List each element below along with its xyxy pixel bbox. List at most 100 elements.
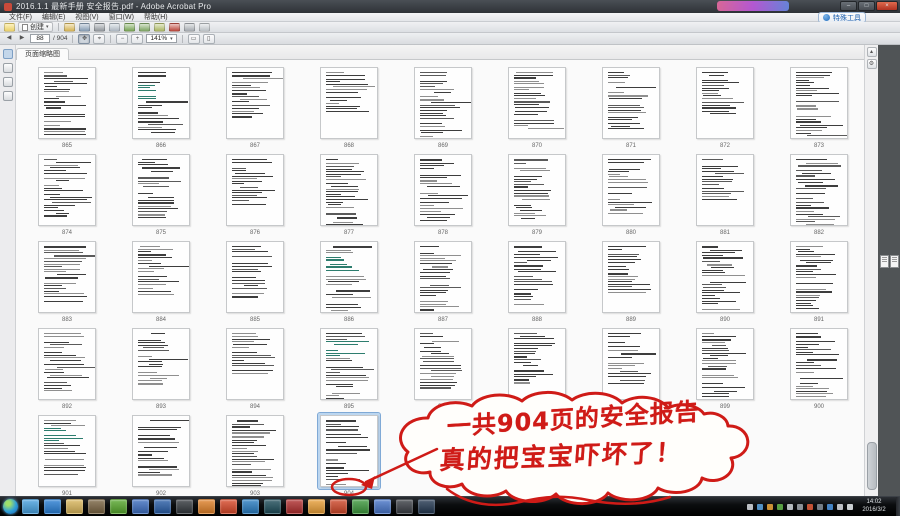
bookmarks-icon[interactable] — [3, 63, 13, 73]
close-button[interactable]: × — [876, 1, 898, 11]
forms-icon[interactable] — [199, 23, 210, 32]
taskbar-app-icon-17[interactable] — [396, 499, 413, 514]
tray-icon-4[interactable] — [787, 504, 793, 510]
tray-icon-8[interactable] — [827, 504, 833, 510]
thumbnail-cell[interactable]: 893 — [114, 323, 208, 410]
thumbnail-cell[interactable]: 876 — [208, 149, 302, 236]
tray-icon-3[interactable] — [777, 504, 783, 510]
thumbnail-cell[interactable]: 888 — [490, 236, 584, 323]
page-thumbnail[interactable] — [130, 326, 192, 402]
fit-width-button[interactable]: ▭ — [188, 34, 200, 44]
thumbnail-cell[interactable]: 872 — [678, 62, 772, 149]
page-thumbnail[interactable] — [412, 326, 474, 402]
previous-page-button[interactable]: ◀ — [4, 34, 14, 43]
review-icon[interactable] — [139, 23, 150, 32]
scrollbar-thumb[interactable] — [867, 442, 877, 490]
page-thumbnail[interactable] — [694, 326, 756, 402]
taskbar-app-icon-5[interactable] — [132, 499, 149, 514]
tray-icon-6[interactable] — [807, 504, 813, 510]
page-thumbnail[interactable] — [36, 152, 98, 228]
thumbnail-cell[interactable]: 897 — [490, 323, 584, 410]
panel-options-gear-icon[interactable]: ⚙ — [867, 59, 877, 69]
tray-icon-10[interactable] — [847, 504, 853, 510]
taskbar-app-icon-3[interactable] — [88, 499, 105, 514]
page-thumbnail[interactable] — [788, 239, 850, 315]
thumbnail-cell[interactable]: 870 — [490, 62, 584, 149]
sign-icon[interactable] — [184, 23, 195, 32]
thumbnail-cell[interactable]: 866 — [114, 62, 208, 149]
attachments-icon[interactable] — [3, 77, 13, 87]
select-tool-button[interactable]: ⌖ — [93, 34, 105, 44]
print-icon[interactable] — [94, 23, 105, 32]
hand-tool-button[interactable]: ✥ — [78, 34, 90, 44]
zoom-level-select[interactable]: 141% ▾ — [146, 34, 176, 43]
thumbnail-cell[interactable]: 904 — [302, 410, 396, 496]
taskbar-app-icon-16[interactable] — [374, 499, 391, 514]
page-thumbnail[interactable] — [788, 326, 850, 402]
page-thumbnail[interactable] — [600, 152, 662, 228]
thumbnail-cell[interactable]: 882 — [772, 149, 864, 236]
page-thumbnail[interactable] — [318, 326, 380, 402]
taskbar-app-icon-10[interactable] — [242, 499, 259, 514]
thumbnail-cell[interactable]: 880 — [584, 149, 678, 236]
thumbnail-cell[interactable]: 886 — [302, 236, 396, 323]
thumbnail-cell[interactable]: 879 — [490, 149, 584, 236]
thumbnail-cell[interactable]: 867 — [208, 62, 302, 149]
thumbnail-cell[interactable]: 869 — [396, 62, 490, 149]
page-thumbnails-icon[interactable] — [3, 49, 13, 59]
menu-item-2[interactable]: 视图(V) — [70, 13, 103, 22]
stamp-icon[interactable] — [169, 23, 180, 32]
page-thumbnail[interactable] — [412, 239, 474, 315]
page-thumbnail[interactable] — [788, 65, 850, 141]
menu-item-3[interactable]: 窗口(W) — [104, 13, 139, 22]
taskbar-app-icon-0[interactable] — [22, 499, 39, 514]
taskbar-app-icon-13[interactable] — [308, 499, 325, 514]
comment-icon[interactable] — [154, 23, 165, 32]
minimize-button[interactable]: – — [840, 1, 857, 11]
fit-page-button[interactable]: ▯ — [203, 34, 215, 44]
page-thumbnail[interactable] — [224, 413, 286, 489]
thumbnail-cell[interactable]: 901 — [20, 410, 114, 496]
page-thumbnail[interactable] — [600, 326, 662, 402]
thumbnail-cell[interactable]: 902 — [114, 410, 208, 496]
page-thumbnail[interactable] — [130, 65, 192, 141]
thumbnail-cell[interactable]: 871 — [584, 62, 678, 149]
show-desktop-button[interactable] — [896, 497, 900, 516]
taskbar-app-icon-14[interactable] — [330, 499, 347, 514]
tray-icon-5[interactable] — [797, 504, 803, 510]
thumbnail-cell[interactable]: 903 — [208, 410, 302, 496]
scroll-up-icon[interactable]: ▴ — [867, 47, 877, 57]
thumbnail-cell[interactable]: 887 — [396, 236, 490, 323]
thumbnail-cell[interactable]: 890 — [678, 236, 772, 323]
page-thumbnail[interactable] — [600, 239, 662, 315]
thumbnail-cell[interactable]: 892 — [20, 323, 114, 410]
selected-page-thumbnail[interactable] — [318, 413, 380, 489]
tray-icon-2[interactable] — [767, 504, 773, 510]
thumbnail-cell[interactable]: 877 — [302, 149, 396, 236]
zoom-out-button[interactable]: − — [116, 34, 128, 44]
thumbnail-cell[interactable]: 889 — [584, 236, 678, 323]
signatures-icon[interactable] — [3, 91, 13, 101]
thumbnail-cell[interactable]: 868 — [302, 62, 396, 149]
page-thumbnail[interactable] — [694, 239, 756, 315]
thumbnail-cell[interactable]: 878 — [396, 149, 490, 236]
page-thumbnail[interactable] — [694, 152, 756, 228]
taskbar-app-icon-6[interactable] — [154, 499, 171, 514]
menu-item-4[interactable]: 帮助(H) — [139, 13, 173, 22]
taskbar-app-icon-8[interactable] — [198, 499, 215, 514]
taskbar-app-icon-12[interactable] — [286, 499, 303, 514]
share-icon[interactable] — [124, 23, 135, 32]
sticky-note-icon[interactable] — [4, 23, 15, 32]
thumbnail-cell[interactable]: 894 — [208, 323, 302, 410]
page-thumbnail[interactable] — [224, 65, 286, 141]
page-thumbnails-tab[interactable]: 页面缩略图 — [16, 48, 69, 60]
page-thumbnail[interactable] — [36, 413, 98, 489]
zoom-in-button[interactable]: + — [131, 34, 143, 44]
page-thumbnail[interactable] — [694, 65, 756, 141]
page-number-input[interactable]: 88 — [30, 34, 50, 43]
thumbnail-cell[interactable]: 873 — [772, 62, 864, 149]
taskbar-app-icon-15[interactable] — [352, 499, 369, 514]
taskbar-app-icon-18[interactable] — [418, 499, 435, 514]
thumbnail-cell[interactable]: 865 — [20, 62, 114, 149]
thumbnail-cell[interactable]: 895 — [302, 323, 396, 410]
